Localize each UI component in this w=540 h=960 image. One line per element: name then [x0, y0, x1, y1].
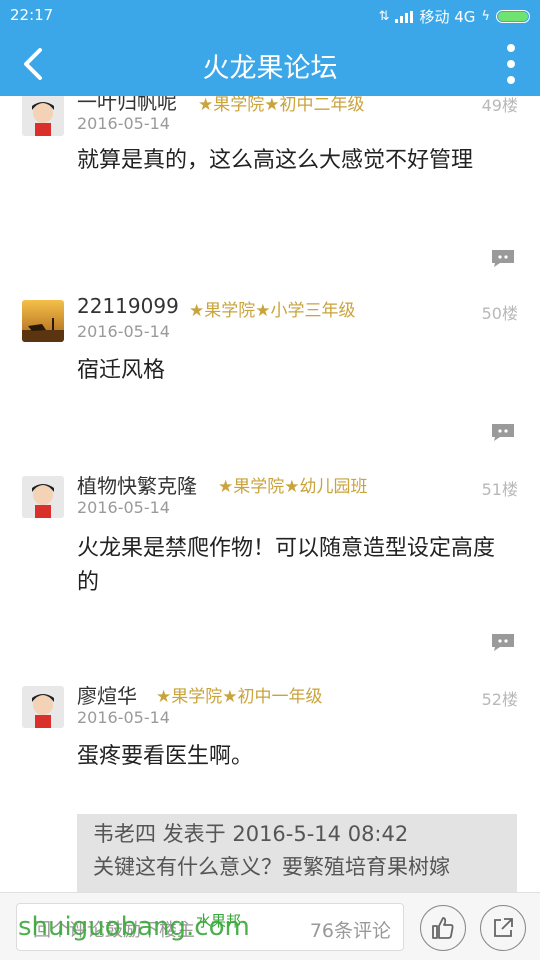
user-rank: ★果学院★初中二年级: [198, 96, 365, 115]
signal-icon: [395, 10, 414, 23]
user-rank: ★果学院★幼儿园班: [218, 477, 368, 497]
floor-number: 52楼: [481, 690, 518, 709]
floor-number: 51楼: [481, 480, 518, 499]
username[interactable]: 廖煊华: [77, 680, 137, 709]
status-time: 22:17: [10, 6, 54, 24]
comment-list[interactable]: 一叶归帆呢 ★果学院★初中二年级 49楼 2016-05-14 就算是真的，这么…: [0, 96, 540, 892]
quote-block: 韦老四 发表于 2016-5-14 08:42 关键这有什么意义？要繁殖培育果树…: [77, 814, 517, 892]
comment-body: 蛋疼要看医生啊。: [77, 744, 254, 769]
quote-header: 韦老四 发表于 2016-5-14 08:42: [93, 822, 409, 846]
reply-bubble-icon[interactable]: [490, 248, 516, 268]
carrier-label: 移动 4G: [419, 8, 476, 26]
battery-icon: [496, 10, 530, 23]
page-title: 火龙果论坛: [202, 53, 338, 84]
reply-bubble-icon[interactable]: [490, 632, 516, 652]
quote-text: 关键这有什么意义？要繁殖培育果树嫁: [93, 855, 450, 879]
comment-item: 22119099 ★果学院★小学三年级 50楼 2016-05-14 宿迁风格: [0, 292, 540, 462]
avatar[interactable]: [22, 300, 64, 342]
thumbs-up-icon[interactable]: [420, 905, 466, 951]
post-date: 2016-05-14: [77, 114, 170, 133]
status-indicators: ⇅ 移动 4G ϟ: [379, 6, 530, 27]
status-bar: 22:17 ⇅ 移动 4G ϟ: [0, 0, 540, 30]
avatar[interactable]: [22, 96, 64, 136]
comment-item: 廖煊华 ★果学院★初中一年级 52楼 2016-05-14 蛋疼要看医生啊。 韦…: [0, 678, 540, 892]
post-date: 2016-05-14: [77, 322, 170, 341]
charging-icon: ϟ: [481, 9, 490, 24]
reply-bubble-icon[interactable]: [490, 422, 516, 442]
user-rank: ★果学院★初中一年级: [156, 687, 323, 707]
app-bar: 火龙果论坛: [0, 30, 540, 96]
comment-body: 火龙果是禁爬作物！可以随意造型设定高度的: [77, 536, 496, 595]
floor-number: 49楼: [481, 96, 518, 115]
comment-body: 就算是真的，这么高这么大感觉不好管理: [77, 148, 474, 173]
comment-body: 宿迁风格: [77, 358, 166, 383]
avatar[interactable]: [22, 686, 64, 728]
avatar[interactable]: [22, 476, 64, 518]
post-date: 2016-05-14: [77, 708, 170, 727]
username[interactable]: 一叶归帆呢: [77, 96, 177, 115]
user-rank: ★果学院★小学三年级: [189, 301, 356, 321]
share-icon[interactable]: [480, 905, 526, 951]
comment-item: 植物快繁克隆 ★果学院★幼儿园班 51楼 2016-05-14 火龙果是禁爬作物…: [0, 468, 540, 668]
floor-number: 50楼: [481, 304, 518, 323]
data-arrows-icon: ⇅: [378, 9, 390, 24]
comment-item: 一叶归帆呢 ★果学院★初中二年级 49楼 2016-05-14 就算是真的，这么…: [0, 96, 540, 282]
username[interactable]: 植物快繁克隆: [77, 470, 197, 499]
username[interactable]: 22119099: [77, 294, 179, 318]
more-vert-icon[interactable]: [504, 44, 518, 84]
watermark-logo: 水果邦: [196, 912, 242, 930]
post-date: 2016-05-14: [77, 498, 170, 517]
comment-count[interactable]: 76条评论: [310, 916, 391, 943]
